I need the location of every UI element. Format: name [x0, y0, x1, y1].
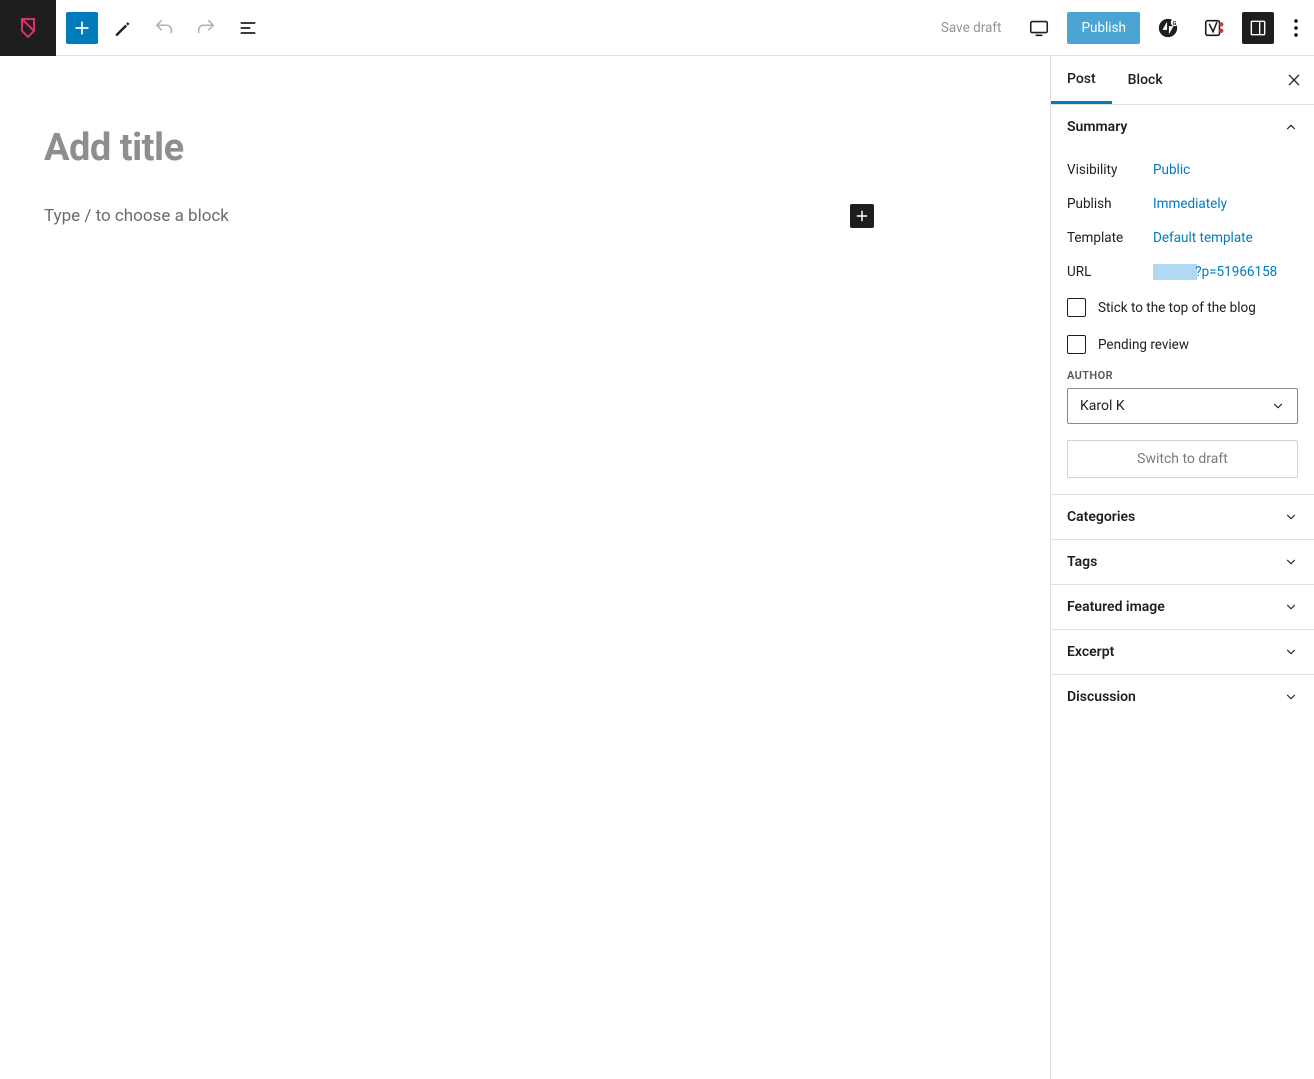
stick-checkbox[interactable] — [1067, 298, 1086, 317]
pending-review-label: Pending review — [1098, 337, 1189, 353]
add-block-button[interactable] — [850, 204, 874, 228]
panel-excerpt-title: Excerpt — [1067, 644, 1114, 660]
list-view-button[interactable] — [230, 10, 266, 46]
post-title-input[interactable]: Add title — [44, 126, 874, 170]
tab-post[interactable]: Post — [1051, 56, 1112, 104]
site-logo[interactable] — [0, 0, 56, 56]
switch-to-draft-button[interactable]: Switch to draft — [1067, 440, 1298, 478]
pending-review-checkbox[interactable] — [1067, 335, 1086, 354]
author-select[interactable]: Karol K — [1067, 388, 1298, 424]
chevron-down-icon — [1284, 555, 1298, 569]
publish-value[interactable]: Immediately — [1153, 196, 1227, 212]
close-sidebar-button[interactable] — [1274, 56, 1314, 104]
paragraph-placeholder[interactable]: Type / to choose a block — [44, 206, 229, 226]
yoast-icon[interactable] — [1196, 10, 1232, 46]
author-value: Karol K — [1080, 398, 1125, 414]
chevron-down-icon — [1284, 690, 1298, 704]
visibility-value[interactable]: Public — [1153, 162, 1190, 178]
editor-canvas[interactable]: Add title Type / to choose a block — [0, 56, 1050, 1079]
template-value[interactable]: Default template — [1153, 230, 1253, 246]
chevron-down-icon — [1284, 600, 1298, 614]
publish-label: Publish — [1067, 196, 1153, 212]
url-value[interactable]: xxxxxx?p=51966158 — [1153, 264, 1277, 280]
visibility-label: Visibility — [1067, 162, 1153, 178]
save-draft-button[interactable]: Save draft — [931, 20, 1012, 36]
svg-text:G: G — [1173, 20, 1177, 26]
url-label: URL — [1067, 264, 1153, 280]
panel-featured-image-title: Featured image — [1067, 599, 1165, 615]
panel-discussion-header[interactable]: Discussion — [1051, 675, 1314, 719]
panel-featured-image-header[interactable]: Featured image — [1051, 585, 1314, 629]
template-label: Template — [1067, 230, 1153, 246]
panel-discussion-title: Discussion — [1067, 689, 1136, 705]
publish-button[interactable]: Publish — [1067, 12, 1140, 44]
panel-tags-title: Tags — [1067, 554, 1097, 570]
panel-categories-header[interactable]: Categories — [1051, 495, 1314, 539]
settings-sidebar: Post Block Summary Visibility Public — [1050, 56, 1314, 1079]
tools-button[interactable] — [104, 10, 140, 46]
preview-button[interactable] — [1021, 10, 1057, 46]
chevron-down-icon — [1284, 510, 1298, 524]
panel-excerpt-header[interactable]: Excerpt — [1051, 630, 1314, 674]
block-inserter-button[interactable] — [66, 12, 98, 44]
stick-label: Stick to the top of the blog — [1098, 300, 1256, 316]
tab-block[interactable]: Block — [1112, 56, 1179, 104]
redo-button[interactable] — [188, 10, 224, 46]
panel-tags-header[interactable]: Tags — [1051, 540, 1314, 584]
author-heading: AUTHOR — [1067, 363, 1298, 388]
chevron-down-icon — [1271, 399, 1285, 413]
chevron-up-icon — [1284, 120, 1298, 134]
settings-toggle[interactable] — [1242, 12, 1274, 44]
panel-categories-title: Categories — [1067, 509, 1135, 525]
undo-button[interactable] — [146, 10, 182, 46]
more-options-button[interactable] — [1284, 10, 1308, 46]
top-toolbar: Save draft Publish G — [0, 0, 1314, 56]
chevron-down-icon — [1284, 645, 1298, 659]
panel-summary-title: Summary — [1067, 119, 1127, 135]
panel-summary-header[interactable]: Summary — [1051, 105, 1314, 149]
jetpack-icon[interactable]: G — [1150, 10, 1186, 46]
